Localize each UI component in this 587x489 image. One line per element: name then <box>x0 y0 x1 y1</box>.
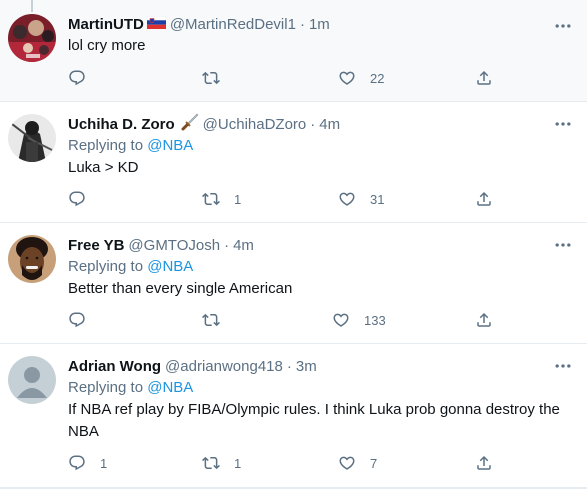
tweet-actions: 133 <box>68 310 587 330</box>
like-button[interactable]: 133 <box>332 310 386 330</box>
timestamp[interactable]: 4m <box>233 237 254 254</box>
tweet-body: Adrian Wong @adrianwong418 · 3m Replying… <box>68 356 571 443</box>
separator: · <box>310 115 316 133</box>
display-name[interactable]: Free YB <box>68 237 124 254</box>
replying-to: Replying to @NBA <box>68 378 571 398</box>
tweet-text: Luka > KD <box>68 159 139 176</box>
separator: · <box>299 15 305 33</box>
like-count: 22 <box>370 70 385 86</box>
retweet-count: 1 <box>234 455 242 471</box>
thread-line <box>31 0 33 12</box>
avatar-adrianwong418[interactable] <box>8 356 56 404</box>
tweet-text: lol cry more <box>68 37 146 54</box>
like-button[interactable]: 22 <box>338 68 384 88</box>
like-count: 7 <box>370 455 378 471</box>
tweet-actions: 1 31 <box>68 189 587 209</box>
more-options-icon[interactable] <box>553 356 573 376</box>
tweet-gmtojosh[interactable]: Free YB @GMTOJosh · 4m Replying to @NBA … <box>0 223 587 344</box>
share-icon <box>475 69 493 87</box>
avatar-gmtojosh[interactable] <box>8 235 56 283</box>
replying-to: Replying to @NBA <box>68 257 571 277</box>
share-icon <box>475 454 493 472</box>
replying-to: Replying to @NBA <box>68 136 571 156</box>
tweet-martinutd[interactable]: MartinUTD @MartinRedDevil1 · 1m lol cry … <box>0 0 587 102</box>
avatar-martinutd[interactable] <box>8 14 56 62</box>
replying-prefix: Replying to <box>68 258 144 275</box>
share-button[interactable] <box>475 310 493 330</box>
avatar-uchihadzoro[interactable] <box>8 114 56 162</box>
tweet-header: MartinUTD @MartinRedDevil1 · 1m <box>68 14 571 34</box>
display-name[interactable]: Adrian Wong <box>68 358 161 375</box>
like-icon <box>332 311 350 329</box>
reply-button[interactable] <box>68 68 100 88</box>
reply-icon <box>68 454 86 472</box>
tweet-text: If NBA ref play by FIBA/Olympic rules. I… <box>68 399 571 443</box>
more-options-icon[interactable] <box>553 16 573 36</box>
tweet-header: Uchiha D. Zoro @UchihaDZoro · 4m <box>68 113 571 135</box>
reply-button[interactable] <box>68 310 100 330</box>
timestamp[interactable]: 3m <box>296 358 317 375</box>
retweet-icon <box>202 454 220 472</box>
tweet-text-line: NBA <box>68 423 99 440</box>
retweet-icon <box>202 311 220 329</box>
reply-icon <box>68 311 86 329</box>
tweet-body: Uchiha D. Zoro @UchihaDZoro · 4m Replyin… <box>68 113 571 179</box>
more-options-icon[interactable] <box>553 235 573 255</box>
retweet-button[interactable] <box>202 310 234 330</box>
share-button[interactable] <box>475 189 493 209</box>
tweet-text-line: If NBA ref play by FIBA/Olympic rules. I… <box>68 401 560 418</box>
share-icon <box>475 190 493 208</box>
replying-prefix: Replying to <box>68 379 144 396</box>
display-name[interactable]: Uchiha D. Zoro <box>68 116 175 133</box>
dagger-icon <box>181 113 199 135</box>
separator: · <box>224 236 230 254</box>
retweet-button[interactable]: 1 <box>202 189 241 209</box>
like-button[interactable]: 31 <box>338 189 384 209</box>
retweet-icon <box>202 190 220 208</box>
handle[interactable]: @GMTOJosh <box>128 237 220 254</box>
tweet-body: Free YB @GMTOJosh · 4m Replying to @NBA … <box>68 235 571 300</box>
tweet-actions: 1 1 7 <box>68 453 587 473</box>
like-icon <box>338 454 356 472</box>
separator: · <box>286 357 292 375</box>
more-options-icon[interactable] <box>553 114 573 134</box>
reply-feed: MartinUTD @MartinRedDevil1 · 1m lol cry … <box>0 0 587 489</box>
display-name[interactable]: MartinUTD <box>68 16 144 33</box>
retweet-icon <box>202 69 220 87</box>
share-button[interactable] <box>475 68 493 88</box>
tweet-adrianwong418[interactable]: Adrian Wong @adrianwong418 · 3m Replying… <box>0 344 587 489</box>
mention-link[interactable]: @NBA <box>147 137 193 154</box>
share-icon <box>475 311 493 329</box>
like-button[interactable]: 7 <box>338 453 377 473</box>
like-count: 133 <box>364 312 386 328</box>
retweet-button[interactable]: 1 <box>202 453 241 473</box>
mention-link[interactable]: @NBA <box>147 258 193 275</box>
slovenia-flag-icon <box>146 15 167 33</box>
timestamp[interactable]: 4m <box>319 116 340 133</box>
reply-button[interactable]: 1 <box>68 453 107 473</box>
like-icon <box>338 190 356 208</box>
handle[interactable]: @adrianwong418 <box>165 358 283 375</box>
tweet-header: Free YB @GMTOJosh · 4m <box>68 235 571 255</box>
retweet-count: 1 <box>234 191 242 207</box>
timestamp[interactable]: 1m <box>309 16 330 33</box>
reply-count: 1 <box>100 455 108 471</box>
handle[interactable]: @MartinRedDevil1 <box>170 16 296 33</box>
tweet-actions: 22 <box>68 68 587 88</box>
retweet-button[interactable] <box>202 68 234 88</box>
reply-icon <box>68 69 86 87</box>
tweet-header: Adrian Wong @adrianwong418 · 3m <box>68 356 571 376</box>
replying-prefix: Replying to <box>68 137 144 154</box>
tweet-text: Better than every single American <box>68 280 293 297</box>
like-count: 31 <box>370 191 385 207</box>
tweet-uchihadzoro[interactable]: Uchiha D. Zoro @UchihaDZoro · 4m Replyin… <box>0 102 587 223</box>
tweet-body: MartinUTD @MartinRedDevil1 · 1m lol cry … <box>68 14 571 57</box>
share-button[interactable] <box>475 453 493 473</box>
handle[interactable]: @UchihaDZoro <box>203 116 307 133</box>
reply-button[interactable] <box>68 189 100 209</box>
mention-link[interactable]: @NBA <box>147 379 193 396</box>
like-icon <box>338 69 356 87</box>
reply-icon <box>68 190 86 208</box>
